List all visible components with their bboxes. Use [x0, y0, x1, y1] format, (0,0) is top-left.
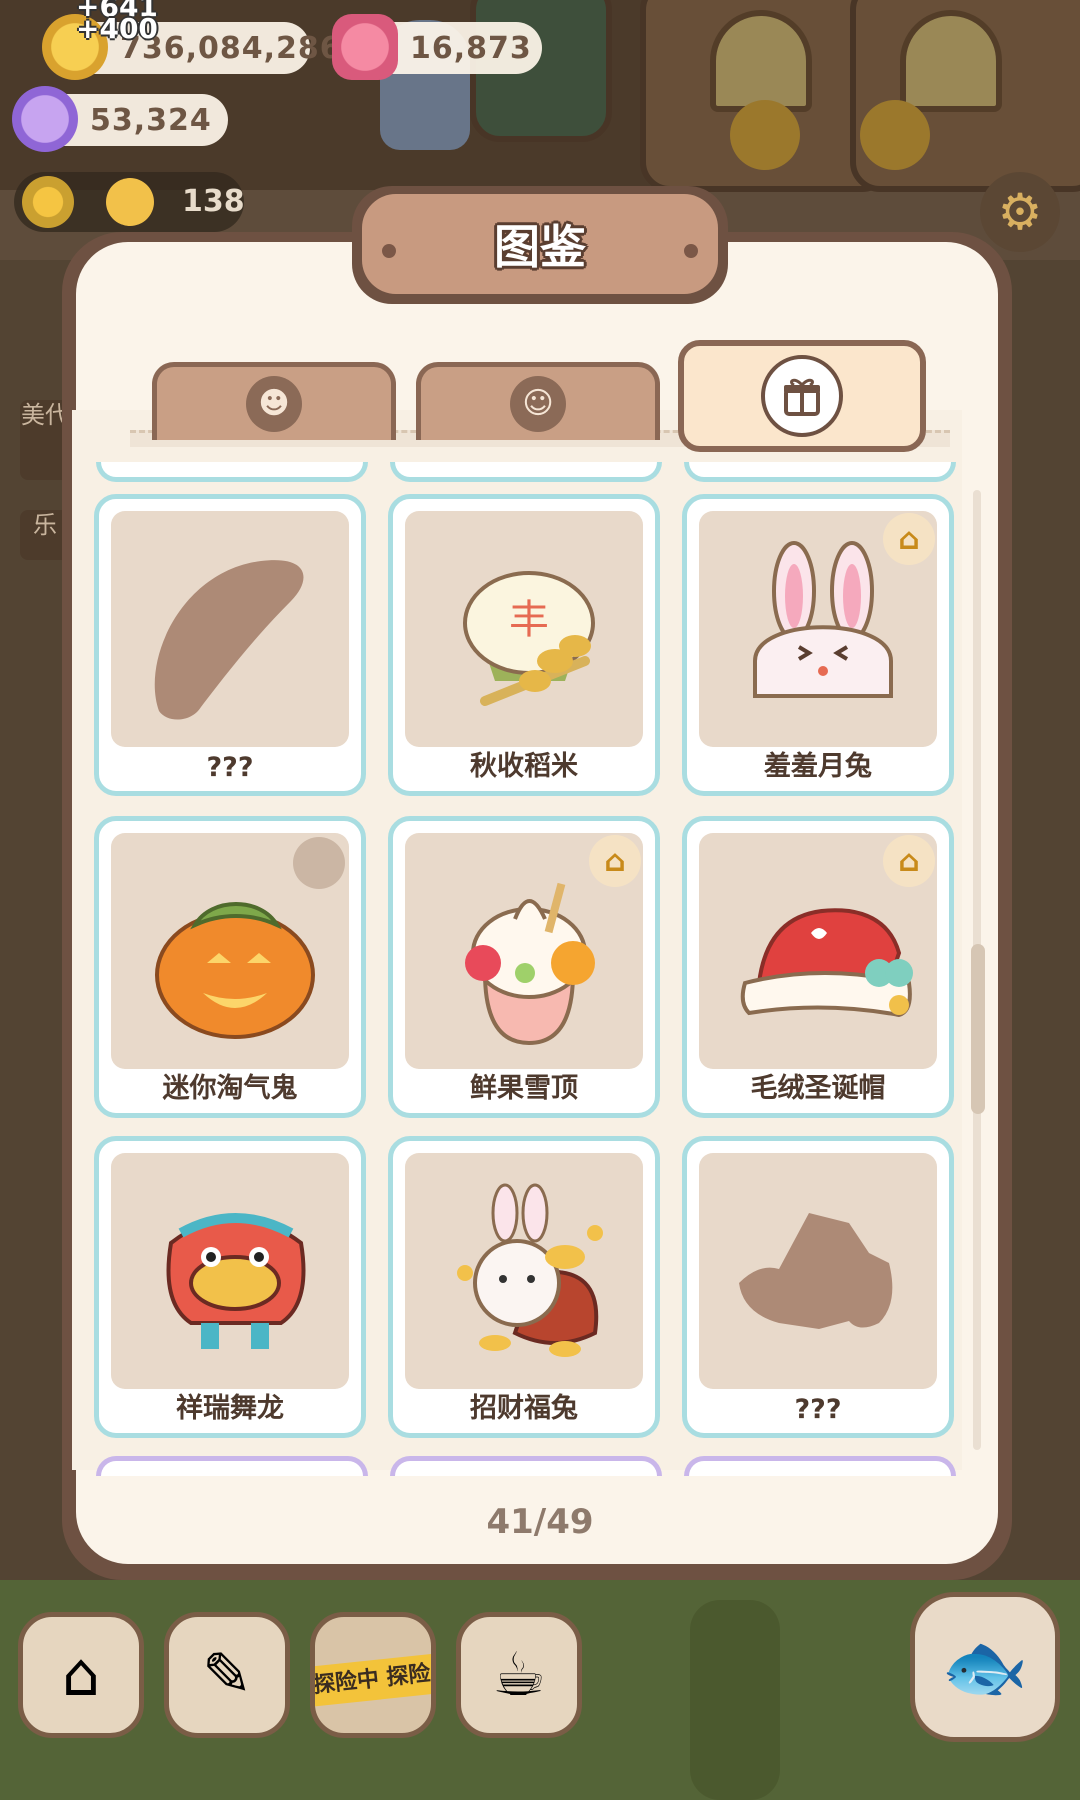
collection-card[interactable]: 丰 秋收稻米 — [388, 494, 660, 796]
card-label: 羞羞月兔 — [764, 751, 872, 782]
notebook-icon: ✎ — [201, 1640, 253, 1710]
card-edge — [390, 1456, 662, 1476]
rice-bowl-icon: 丰 — [463, 571, 595, 706]
notebook-button[interactable]: ✎ — [164, 1612, 290, 1738]
card-label: ??? — [206, 752, 254, 783]
card-label: 秋收稻米 — [470, 751, 578, 782]
card-edge — [96, 462, 368, 482]
card-label: 祥瑞舞龙 — [176, 1393, 284, 1424]
chick-icon — [106, 178, 154, 226]
settings-gear-icon[interactable]: ⚙ — [980, 172, 1060, 252]
dragon-dance-icon — [166, 1213, 306, 1349]
card-edge — [684, 462, 956, 482]
card-edge — [390, 462, 662, 482]
tab-chefs[interactable]: ☺ — [416, 362, 660, 440]
card-edge — [96, 1456, 368, 1476]
svg-text:丰: 丰 — [509, 597, 549, 643]
panel-title: 图鉴 — [494, 220, 586, 274]
card-image — [405, 1153, 643, 1389]
fishing-button[interactable]: 🐟 — [910, 1592, 1060, 1742]
fish-icon: 🐟 — [941, 1625, 1029, 1708]
scrollbar-thumb[interactable] — [971, 944, 985, 1114]
collection-card[interactable]: ??? — [682, 1136, 954, 1438]
face-icon: ☻ — [246, 375, 302, 432]
card-label: 鲜果雪顶 — [470, 1073, 578, 1104]
title-plate-inner: 图鉴 — [362, 194, 718, 294]
title-rivet — [684, 244, 698, 258]
explore-status-tape: 探险中 探险 — [315, 1650, 431, 1708]
card-image: 丰 — [405, 511, 643, 747]
crystal-icon — [12, 86, 78, 152]
card-image — [111, 1153, 349, 1389]
card-label: 招财福兔 — [470, 1393, 578, 1424]
lucky-bunny-icon — [457, 1183, 603, 1357]
gift-box-icon — [761, 355, 843, 437]
title-rivet — [382, 244, 396, 258]
shop-button[interactable]: ☕ — [456, 1612, 582, 1738]
card-edge — [684, 1456, 956, 1476]
home-button[interactable]: ⌂ — [18, 1612, 144, 1738]
card-label: ??? — [794, 1394, 842, 1425]
collection-card[interactable]: 招财福兔 — [388, 1136, 660, 1438]
level-value: 138 — [182, 184, 245, 219]
collection-card[interactable]: 迷你淘气鬼 — [94, 816, 366, 1118]
crystal-value: 53,324 — [90, 102, 212, 138]
collection-card[interactable]: ⌂ 毛绒圣诞帽 — [682, 816, 954, 1118]
tab-gifts[interactable] — [678, 340, 926, 452]
chef-icon: ☺ — [510, 375, 566, 432]
collection-card[interactable]: ⌂ 鲜果雪顶 — [388, 816, 660, 1118]
pink-gem-icon — [332, 14, 398, 80]
collection-card[interactable]: ??? — [94, 494, 366, 796]
shop-icon: ☕ — [492, 1640, 546, 1710]
tab-characters[interactable]: ☻ — [152, 362, 396, 440]
gem-value: 16,873 — [410, 30, 532, 66]
collection-card[interactable]: ⌂ 羞羞月兔 — [682, 494, 954, 796]
level-bar[interactable]: 138 — [14, 172, 245, 232]
explore-button[interactable]: 探险中 探险 — [310, 1612, 436, 1738]
gem-counter[interactable]: 16,873 — [332, 14, 542, 80]
collection-counter: 41/49 — [486, 1502, 594, 1542]
hanger-icon: ⌂ — [883, 513, 935, 565]
card-label: 迷你淘气鬼 — [162, 1073, 298, 1104]
status-circle — [293, 837, 345, 889]
hanger-icon: ⌂ — [883, 835, 935, 887]
hanger-icon: ⌂ — [589, 835, 641, 887]
title-plate: 图鉴 — [352, 186, 728, 304]
silhouette-hat-icon — [739, 1213, 893, 1329]
mushroom-house-icon: ⌂ — [61, 1640, 101, 1710]
collection-card[interactable]: 祥瑞舞龙 — [94, 1136, 366, 1438]
sun-icon — [22, 176, 74, 228]
card-image — [111, 511, 349, 747]
card-label: 毛绒圣诞帽 — [750, 1073, 886, 1104]
crystal-counter[interactable]: 53,324 — [12, 86, 228, 152]
side-menu-label: 乐 — [33, 511, 57, 539]
gold-gain-text: +400 — [76, 12, 158, 45]
silhouette-leaf-icon — [154, 560, 304, 720]
card-image — [699, 1153, 937, 1389]
